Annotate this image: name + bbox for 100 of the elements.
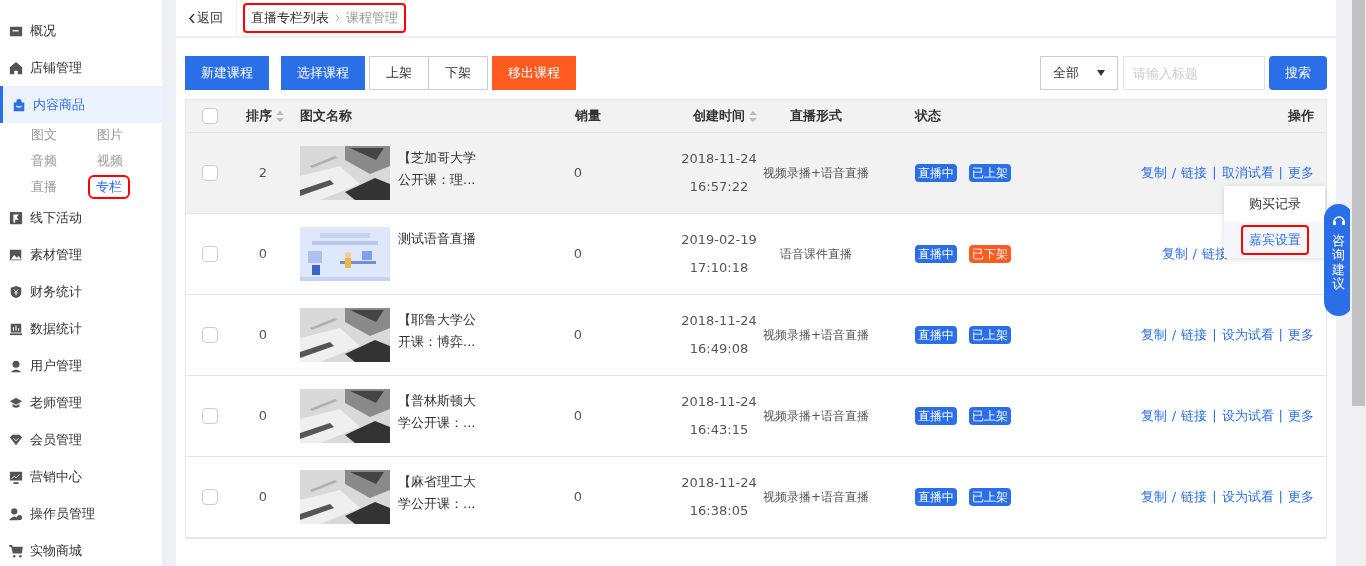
menu-item[interactable]: 购买记录 [1242, 191, 1307, 217]
separator: / [1170, 164, 1178, 183]
checkbox[interactable] [202, 108, 218, 124]
action-link[interactable]: 更多 [1288, 406, 1314, 426]
status-badge: 直播中 [915, 407, 957, 425]
status-badge: 已上架 [969, 488, 1011, 506]
sidebar-item[interactable]: 线下活动 [0, 199, 162, 236]
table-cell-text: 0 [258, 326, 268, 345]
sort-icon[interactable] [749, 110, 757, 122]
action-link[interactable]: 更多 [1288, 325, 1314, 345]
sort-icon[interactable] [276, 110, 284, 122]
column-header: 状态 [915, 107, 941, 126]
status-badge: 已上架 [969, 326, 1011, 344]
status-badge: 直播中 [915, 245, 957, 263]
toolbar-button[interactable]: 下架 [428, 56, 488, 90]
table-cell-text: 0 [573, 245, 583, 264]
submenu-item[interactable]: 直播 [30, 177, 58, 197]
sidebar-item[interactable]: 财务统计 [0, 273, 162, 310]
table-cell-text: 视频录播+语音直播 [762, 327, 870, 344]
course-title[interactable]: 【芝加哥大学公开课：理... [398, 146, 488, 191]
date-text: 2018-11-24 [681, 393, 757, 411]
table-cell-text: 0 [573, 326, 583, 345]
submenu-item[interactable]: 视频 [96, 151, 124, 171]
checkbox[interactable] [202, 408, 218, 424]
table-cell-text: 0 [573, 164, 583, 183]
sidebar-item[interactable]: 数据统计 [0, 310, 162, 347]
submenu-item[interactable]: 专栏 [90, 177, 128, 197]
sidebar-item[interactable]: 老师管理 [0, 384, 162, 421]
column-header: 图文名称 [300, 107, 352, 126]
submenu-item[interactable]: 图文 [30, 125, 58, 145]
course-title[interactable]: 【普林斯顿大学公开课：... [398, 389, 488, 434]
status-badge: 已上架 [969, 164, 1011, 182]
status-badge: 直播中 [915, 164, 957, 182]
yen-icon [9, 284, 23, 299]
checkbox[interactable] [202, 246, 218, 262]
column-header: 销量 [575, 107, 601, 126]
sidebar-item[interactable]: 操作员管理 [0, 495, 162, 532]
action-link[interactable]: 更多 [1288, 487, 1314, 507]
filter-select[interactable]: 全部 [1040, 56, 1118, 90]
sidebar-item[interactable]: 营销中心 [0, 458, 162, 495]
checkbox[interactable] [202, 489, 218, 505]
headset-icon [1331, 214, 1346, 228]
action-link[interactable]: 复制 [1140, 406, 1167, 426]
separator: / [1170, 488, 1178, 507]
separator: / [1170, 326, 1178, 345]
column-header: 操作 [1288, 107, 1314, 126]
toolbar-button[interactable]: 移出课程 [492, 56, 576, 90]
column-header[interactable]: 创建时间 [693, 106, 757, 126]
sidebar-item[interactable]: 素材管理 [0, 236, 162, 273]
action-link[interactable]: 设为试看 [1221, 487, 1274, 507]
sidebar-item[interactable]: 店铺管理 [0, 49, 162, 86]
submenu-item[interactable]: 音频 [30, 151, 58, 171]
action-link[interactable]: 复制 [1140, 325, 1167, 345]
table-cell-text: 0 [258, 407, 268, 426]
action-link[interactable]: 链接 [1181, 406, 1208, 426]
sidebar-item[interactable]: 内容商品 [0, 86, 162, 123]
back-button[interactable]: 返回 [176, 0, 237, 36]
flag-icon [9, 210, 23, 225]
action-link[interactable]: 更多 [1288, 163, 1314, 183]
separator: | [1277, 164, 1284, 183]
action-link[interactable]: 复制 [1161, 244, 1188, 264]
action-link[interactable]: 复制 [1140, 163, 1167, 183]
action-link[interactable]: 链接 [1181, 325, 1208, 345]
gem-icon [9, 432, 23, 447]
column-header[interactable]: 排序 [246, 106, 284, 126]
breadcrumb-item[interactable]: 直播专栏列表 [251, 8, 329, 28]
toolbar-button[interactable]: 选择课程 [281, 56, 365, 90]
action-link[interactable]: 链接 [1181, 163, 1208, 183]
table-cell-text: 视频录播+语音直播 [762, 489, 870, 506]
checkbox[interactable] [202, 327, 218, 343]
submenu-item[interactable]: 图片 [96, 125, 124, 145]
sidebar-item[interactable]: 概况 [0, 12, 162, 49]
status-badge: 已下架 [969, 245, 1011, 263]
table-cell-text: 2 [258, 164, 268, 183]
toolbar-button[interactable]: 上架 [369, 56, 429, 90]
menu-item[interactable]: 嘉宾设置 [1240, 225, 1309, 255]
sidebar-item[interactable]: 会员管理 [0, 421, 162, 458]
separator: / [1170, 407, 1178, 426]
action-link[interactable]: 设为试看 [1221, 325, 1274, 345]
time-text: 16:57:22 [689, 178, 749, 196]
separator: / [1191, 245, 1198, 264]
course-title[interactable]: 【麻省理工大学公开课：... [398, 470, 488, 515]
bars-icon [9, 321, 23, 336]
sidebar-item[interactable]: 实物商城 [0, 532, 162, 566]
toolbar-button[interactable]: 新建课程 [185, 56, 269, 90]
home-icon [9, 60, 23, 75]
image-icon [9, 247, 23, 262]
checkbox[interactable] [202, 165, 218, 181]
scrollbar[interactable] [1350, 0, 1366, 566]
date-text: 2019-02-19 [681, 231, 757, 249]
action-link[interactable]: 设为试看 [1221, 406, 1274, 426]
time-text: 16:43:15 [689, 421, 749, 439]
action-link[interactable]: 复制 [1140, 487, 1167, 507]
action-link[interactable]: 取消试看 [1221, 163, 1274, 183]
course-title[interactable]: 测试语音直播 [398, 227, 488, 250]
course-title[interactable]: 【耶鲁大学公开课：博弈... [398, 308, 488, 353]
status-badge: 直播中 [915, 488, 957, 506]
sidebar-item[interactable]: 用户管理 [0, 347, 162, 384]
action-link[interactable]: 链接 [1181, 487, 1208, 507]
search-button[interactable]: 搜索 [1269, 56, 1327, 90]
